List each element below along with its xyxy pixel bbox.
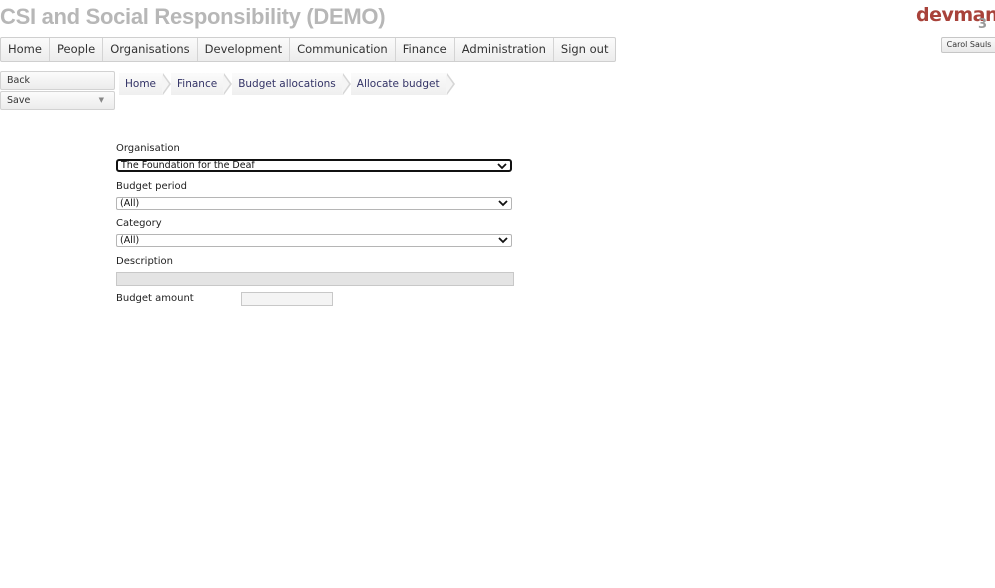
breadcrumb: Home Finance Budget allocations Allocate… (119, 73, 455, 95)
nav-organisations[interactable]: Organisations (103, 38, 198, 61)
main-navigation: Home People Organisations Development Co… (0, 37, 617, 62)
chevron-down-icon (498, 237, 508, 244)
nav-sign-out[interactable]: Sign out (554, 38, 616, 61)
breadcrumb-budget-allocations[interactable]: Budget allocations (232, 73, 343, 95)
description-label: Description (116, 256, 173, 267)
organisation-select[interactable]: The Foundation for the Deaf (116, 159, 512, 172)
chevron-down-icon (497, 163, 507, 170)
organisation-select-value: The Foundation for the Deaf (121, 160, 255, 171)
nav-home[interactable]: Home (1, 38, 50, 61)
budget-period-select[interactable]: (All) (116, 197, 512, 210)
chevron-down-icon[interactable]: ▼ (99, 92, 104, 109)
category-label: Category (116, 218, 162, 229)
back-button[interactable]: Back (0, 71, 115, 90)
back-button-label: Back (7, 75, 31, 86)
organisation-label: Organisation (116, 143, 180, 154)
breadcrumb-finance[interactable]: Finance (171, 73, 225, 95)
save-button[interactable]: Save ▼ (0, 91, 115, 110)
budget-period-label: Budget period (116, 181, 188, 192)
breadcrumb-allocate-budget: Allocate budget (350, 73, 447, 95)
nav-development[interactable]: Development (198, 38, 291, 61)
category-select-value: (All) (120, 235, 140, 246)
app-title: CSI and Social Responsibility (DEMO) (0, 4, 386, 29)
breadcrumb-separator-icon (162, 73, 172, 95)
budget-amount-input[interactable] (241, 292, 333, 306)
logo-badge: 3 (978, 17, 988, 32)
category-select[interactable]: (All) (116, 234, 512, 247)
save-button-label: Save (7, 95, 31, 106)
nav-people[interactable]: People (50, 38, 104, 61)
breadcrumb-separator-icon (445, 73, 455, 95)
description-input[interactable] (116, 272, 514, 286)
nav-administration[interactable]: Administration (455, 38, 554, 61)
breadcrumb-home[interactable]: Home (119, 73, 164, 95)
budget-amount-label: Budget amount (116, 293, 194, 304)
nav-finance[interactable]: Finance (396, 38, 455, 61)
budget-period-select-value: (All) (120, 198, 140, 209)
breadcrumb-separator-icon (341, 73, 351, 95)
nav-communication[interactable]: Communication (290, 38, 396, 61)
user-account-button[interactable]: Carol Sauls (941, 37, 995, 53)
breadcrumb-separator-icon (223, 73, 233, 95)
chevron-down-icon (498, 200, 508, 207)
